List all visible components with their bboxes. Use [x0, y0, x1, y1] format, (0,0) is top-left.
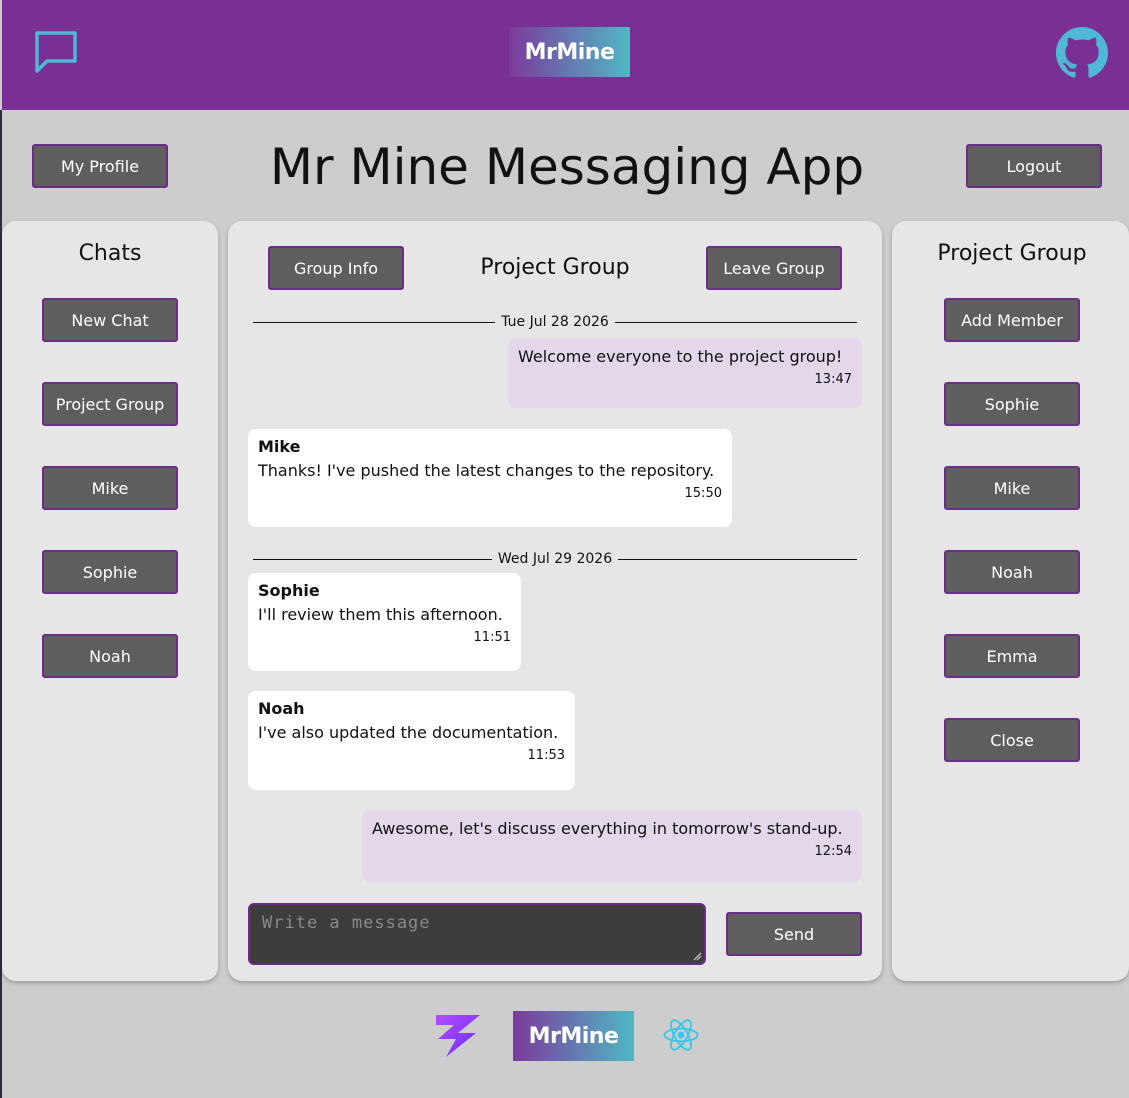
date-label: Wed Jul 29 2026 — [497, 551, 613, 567]
message-sender: Mike — [258, 437, 301, 456]
page-title: Mr Mine Messaging App — [269, 138, 865, 196]
close-members-button[interactable]: Close — [944, 718, 1080, 762]
message-time: 12:54 — [814, 844, 852, 859]
chat-item-sophie[interactable]: Sophie — [42, 550, 178, 594]
add-member-button[interactable]: Add Member — [944, 298, 1080, 342]
message-sender: Sophie — [258, 581, 320, 600]
message-bubble: Mike Thanks! I've pushed the latest chan… — [248, 429, 732, 527]
message-text: Awesome, let's discuss everything in tom… — [372, 819, 843, 838]
logout-button[interactable]: Logout — [966, 144, 1102, 188]
send-button[interactable]: Send — [726, 912, 862, 956]
message-text: Thanks! I've pushed the latest changes t… — [258, 461, 715, 480]
message-input[interactable] — [248, 903, 706, 965]
vite-bolt-icon[interactable] — [432, 1011, 484, 1059]
member-item-mike[interactable]: Mike — [944, 466, 1080, 510]
members-heading: Project Group — [937, 241, 1087, 266]
members-panel: Project Group Add Member Sophie Mike Noa… — [892, 221, 1129, 981]
new-chat-button[interactable]: New Chat — [42, 298, 178, 342]
github-icon[interactable] — [1056, 27, 1108, 79]
message-time: 13:47 — [814, 372, 852, 387]
chat-item-noah[interactable]: Noah — [42, 634, 178, 678]
message-time: 11:51 — [473, 630, 511, 645]
resize-grip-icon[interactable] — [692, 951, 702, 961]
top-bar: MrMine — [2, 0, 1129, 110]
chat-item-mike[interactable]: Mike — [42, 466, 178, 510]
message-bubble: Awesome, let's discuss everything in tom… — [362, 810, 862, 882]
my-profile-button[interactable]: My Profile — [32, 144, 168, 188]
react-icon[interactable] — [662, 1016, 700, 1054]
message-bubble: Noah I've also updated the documentation… — [248, 691, 575, 790]
member-item-emma[interactable]: Emma — [944, 634, 1080, 678]
message-bubble: Welcome everyone to the project group! 1… — [508, 338, 862, 408]
message-time: 15:50 — [684, 486, 722, 501]
message-time: 11:53 — [527, 748, 565, 763]
conversation-panel: Group Info Project Group Leave Group Tue… — [228, 221, 882, 981]
chat-bubble-icon[interactable] — [33, 29, 79, 75]
message-text: I'll review them this afternoon. — [258, 605, 503, 624]
date-separator: Tue Jul 28 2026 — [253, 312, 858, 332]
chats-heading: Chats — [78, 241, 142, 266]
chat-item-project-group[interactable]: Project Group — [42, 382, 178, 426]
member-item-noah[interactable]: Noah — [944, 550, 1080, 594]
date-label: Tue Jul 28 2026 — [501, 314, 609, 330]
date-separator: Wed Jul 29 2026 — [253, 549, 857, 569]
chats-panel: Chats New Chat Project Group Mike Sophie… — [2, 221, 218, 981]
leave-group-button[interactable]: Leave Group — [706, 246, 842, 290]
message-text: Welcome everyone to the project group! — [518, 347, 843, 366]
member-item-sophie[interactable]: Sophie — [944, 382, 1080, 426]
header-logo[interactable]: MrMine — [509, 27, 630, 77]
message-text: I've also updated the documentation. — [258, 723, 559, 742]
footer-logo[interactable]: MrMine — [513, 1011, 634, 1061]
message-bubble: Sophie I'll review them this afternoon. … — [248, 573, 521, 671]
message-sender: Noah — [258, 699, 305, 718]
